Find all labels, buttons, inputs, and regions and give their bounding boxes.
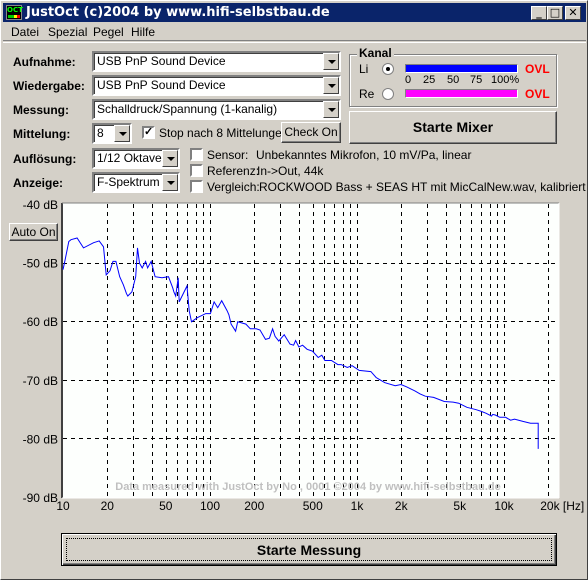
chevron-down-icon[interactable]: [323, 53, 339, 70]
vergleich-label: Vergleich:: [207, 180, 260, 194]
x-tick-label: 1k: [351, 499, 365, 513]
x-tick-label: 2k: [395, 499, 409, 513]
y-tick-label: -80 dB: [23, 432, 58, 446]
chevron-down-icon[interactable]: [162, 150, 178, 167]
menu-spezial[interactable]: Spezial: [48, 25, 87, 39]
focus-rect: Starte Messung: [66, 538, 552, 561]
menu-separator: [3, 42, 586, 43]
starte-mixer-button[interactable]: Starte Mixer: [349, 111, 557, 144]
kanal-left-radio[interactable]: [382, 63, 394, 75]
meter-scale-75: 75: [470, 74, 483, 86]
left-level-meter: [405, 64, 518, 73]
y-tick-label: -90 dB: [23, 491, 58, 505]
maximize-icon: □: [549, 6, 561, 19]
close-button[interactable]: ✕: [565, 6, 581, 20]
aufnahme-label: Aufnahme:: [13, 55, 76, 69]
x-tick-label: 10: [56, 499, 70, 513]
aufnahme-select[interactable]: USB PnP Sound Device: [92, 51, 341, 72]
minimize-button[interactable]: _: [531, 6, 547, 20]
sensor-checkbox[interactable]: [190, 148, 203, 161]
chevron-down-icon[interactable]: [323, 101, 339, 118]
meter-scale-50: 50: [447, 74, 460, 86]
watermark: Data measured with JustOct by No , 0001 …: [115, 481, 500, 493]
x-tick-label: 50: [159, 499, 173, 513]
referenz-checkbox[interactable]: [190, 164, 203, 177]
left-level-fill: [406, 65, 517, 72]
kanal-left-label: Li: [359, 62, 369, 76]
wiedergabe-select[interactable]: USB PnP Sound Device: [92, 75, 341, 96]
mittelung-label: Mittelung:: [13, 127, 71, 141]
x-tick-label: 5k: [453, 499, 467, 513]
right-level-fill: [406, 90, 517, 97]
messung-label: Messung:: [13, 103, 70, 117]
plot-background: [62, 203, 559, 498]
mittelung-select[interactable]: 8: [92, 123, 132, 144]
check-on-button[interactable]: Check On: [281, 122, 341, 143]
x-tick-label: 20: [101, 499, 115, 513]
chevron-down-icon[interactable]: [114, 125, 130, 142]
sensor-value: Unbekanntes Mikrofon, 10 mV/Pa, linear: [256, 148, 472, 162]
y-tick-label: -70 dB: [23, 374, 58, 388]
x-tick-label: 200: [244, 499, 264, 513]
left-ovl-indicator: OVL: [525, 62, 550, 76]
referenz-value: In->Out, 44k: [257, 164, 324, 178]
kanal-right-radio[interactable]: [382, 88, 394, 100]
y-tick-label: -40 dB: [23, 198, 58, 212]
series-line: [62, 237, 539, 449]
close-icon: ✕: [568, 6, 578, 19]
anzeige-label: Anzeige:: [13, 176, 64, 190]
kanal-title: Kanal: [357, 46, 394, 60]
title-bar[interactable]: OCT JustOct (c)2004 by www.hifi-selbstba…: [3, 3, 586, 22]
sensor-label: Sensor:: [207, 148, 249, 162]
chevron-down-icon[interactable]: [323, 77, 339, 94]
meter-scale-25: 25: [423, 74, 436, 86]
right-level-meter: [405, 89, 518, 98]
x-tick-label: 500: [303, 499, 323, 513]
y-tick-label: -50 dB: [23, 257, 58, 271]
messung-select[interactable]: Schalldruck/Spannung (1-kanalig): [92, 99, 341, 120]
menu-datei[interactable]: Datei: [11, 25, 39, 39]
meter-scale-100: 100%: [491, 74, 520, 86]
minimize-icon: _: [536, 6, 542, 19]
x-tick-label: 10k: [494, 499, 514, 513]
kanal-right-label: Re: [359, 87, 375, 101]
menu-bar: Datei Spezial Pegel Hilfe: [3, 23, 586, 41]
aufloesung-label: Auflösung:: [13, 152, 77, 166]
aufloesung-select[interactable]: 1/12 Oktave: [92, 148, 180, 169]
x-tick-label: 20k [Hz]: [540, 499, 584, 513]
stop-checkbox-label: Stop nach 8 Mittelungen: [159, 126, 289, 140]
app-window: OCT JustOct (c)2004 by www.hifi-selbstba…: [0, 0, 588, 580]
chevron-down-icon[interactable]: [162, 174, 178, 191]
referenz-label: Referenz:: [207, 164, 260, 178]
x-tick-label: 100: [200, 499, 220, 513]
right-ovl-indicator: OVL: [525, 87, 550, 101]
app-icon[interactable]: OCT: [6, 5, 23, 20]
vergleich-checkbox[interactable]: [190, 180, 203, 193]
y-tick-label: -60 dB: [23, 315, 58, 329]
wiedergabe-label: Wiedergabe:: [13, 79, 85, 93]
vergleich-value: ROCKWOOD Bass + SEAS HT mit MicCalNew.wa…: [259, 180, 588, 194]
menu-pegel[interactable]: Pegel: [93, 25, 124, 39]
stop-checkbox[interactable]: [142, 125, 155, 139]
menu-hilfe[interactable]: Hilfe: [131, 25, 155, 39]
window-title: JustOct (c)2004 by www.hifi-selbstbau.de: [26, 5, 330, 20]
maximize-button[interactable]: □: [547, 6, 563, 20]
auto-on-button[interactable]: Auto On: [9, 223, 58, 241]
anzeige-select[interactable]: F-Spektrum: [92, 172, 180, 193]
meter-scale-0: 0: [405, 74, 412, 86]
starte-messung-button[interactable]: Starte Messung: [61, 533, 557, 566]
